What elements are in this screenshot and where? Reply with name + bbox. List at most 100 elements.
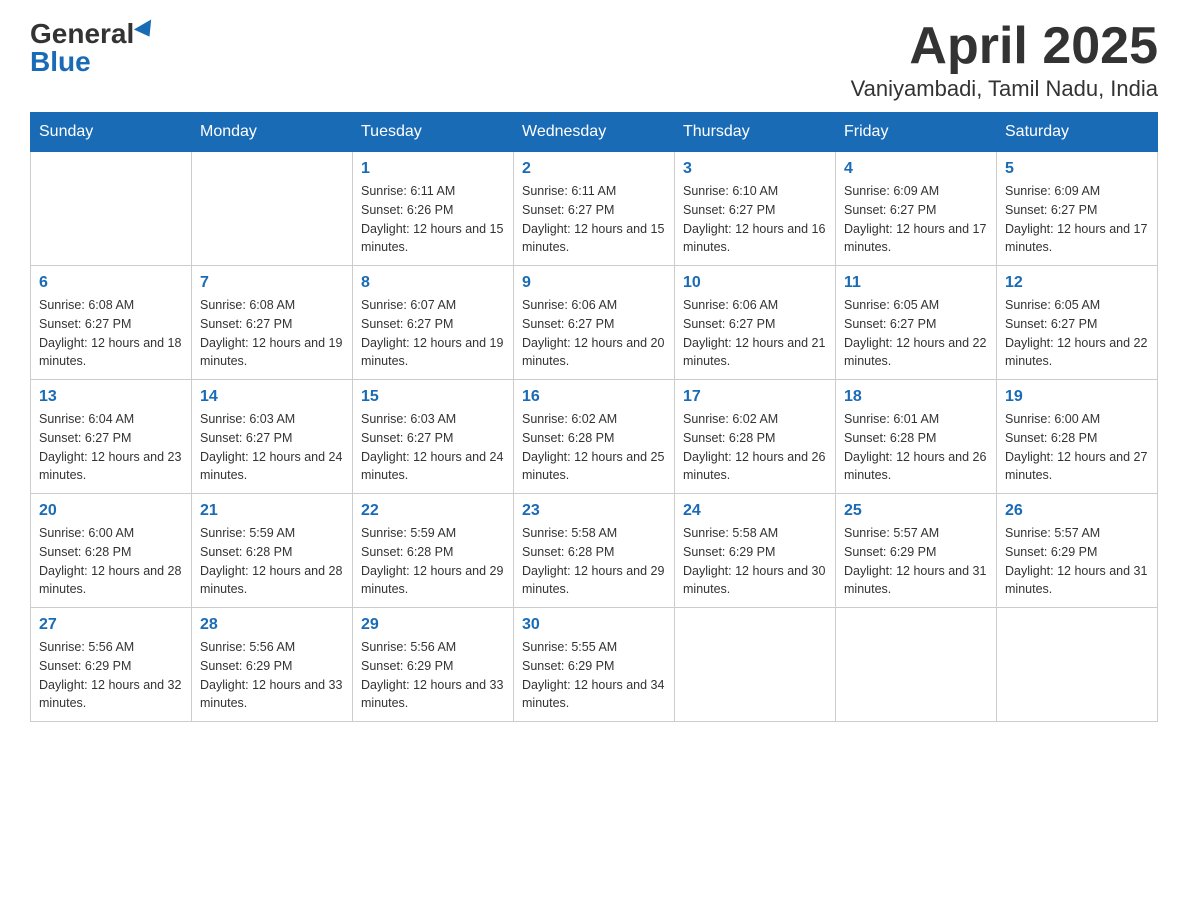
page-header: General Blue April 2025 Vaniyambadi, Tam… bbox=[30, 20, 1158, 102]
day-info: Sunrise: 5:55 AMSunset: 6:29 PMDaylight:… bbox=[522, 638, 666, 713]
day-number: 17 bbox=[683, 388, 827, 406]
weekday-header-thursday: Thursday bbox=[675, 113, 836, 152]
day-info: Sunrise: 6:00 AMSunset: 6:28 PMDaylight:… bbox=[1005, 410, 1149, 485]
day-info: Sunrise: 5:57 AMSunset: 6:29 PMDaylight:… bbox=[1005, 524, 1149, 599]
day-number: 1 bbox=[361, 160, 505, 178]
day-info: Sunrise: 6:06 AMSunset: 6:27 PMDaylight:… bbox=[683, 296, 827, 371]
calendar-cell: 16 Sunrise: 6:02 AMSunset: 6:28 PMDayligh… bbox=[514, 380, 675, 494]
title-section: April 2025 Vaniyambadi, Tamil Nadu, Indi… bbox=[851, 20, 1158, 102]
day-info: Sunrise: 6:09 AMSunset: 6:27 PMDaylight:… bbox=[844, 182, 988, 257]
day-info: Sunrise: 6:08 AMSunset: 6:27 PMDaylight:… bbox=[200, 296, 344, 371]
day-number: 14 bbox=[200, 388, 344, 406]
day-number: 25 bbox=[844, 502, 988, 520]
day-info: Sunrise: 5:59 AMSunset: 6:28 PMDaylight:… bbox=[361, 524, 505, 599]
day-number: 10 bbox=[683, 274, 827, 292]
calendar-week-row: 13Sunrise: 6:04 AMSunset: 6:27 PMDayligh… bbox=[31, 380, 1158, 494]
location-title: Vaniyambadi, Tamil Nadu, India bbox=[851, 76, 1158, 102]
day-info: Sunrise: 6:00 AMSunset: 6:28 PMDaylight:… bbox=[39, 524, 183, 599]
day-info: Sunrise: 6:07 AMSunset: 6:27 PMDaylight:… bbox=[361, 296, 505, 371]
weekday-header-monday: Monday bbox=[192, 113, 353, 152]
day-info: Sunrise: 6:11 AMSunset: 6:27 PMDaylight:… bbox=[522, 182, 666, 257]
day-number: 5 bbox=[1005, 160, 1149, 178]
calendar-cell: 7 Sunrise: 6:08 AMSunset: 6:27 PMDaylight… bbox=[192, 266, 353, 380]
day-number: 30 bbox=[522, 616, 666, 634]
calendar-cell: 1 Sunrise: 6:11 AMSunset: 6:26 PMDaylight… bbox=[353, 152, 514, 266]
day-number: 3 bbox=[683, 160, 827, 178]
day-number: 27 bbox=[39, 616, 183, 634]
day-number: 24 bbox=[683, 502, 827, 520]
calendar-cell: 2 Sunrise: 6:11 AMSunset: 6:27 PMDaylight… bbox=[514, 152, 675, 266]
day-number: 12 bbox=[1005, 274, 1149, 292]
calendar-week-row: 20 Sunrise: 6:00 AMSunset: 6:28 PMDayligh… bbox=[31, 494, 1158, 608]
day-info: Sunrise: 5:57 AMSunset: 6:29 PMDaylight:… bbox=[844, 524, 988, 599]
day-info: Sunrise: 5:58 AMSunset: 6:29 PMDaylight:… bbox=[683, 524, 827, 599]
day-number: 15 bbox=[361, 388, 505, 406]
calendar-cell: 21 Sunrise: 5:59 AMSunset: 6:28 PMDayligh… bbox=[192, 494, 353, 608]
weekday-header-sunday: Sunday bbox=[31, 113, 192, 152]
weekday-header-friday: Friday bbox=[836, 113, 997, 152]
weekday-header-tuesday: Tuesday bbox=[353, 113, 514, 152]
day-number: 28 bbox=[200, 616, 344, 634]
day-number: 29 bbox=[361, 616, 505, 634]
logo: General Blue bbox=[30, 20, 158, 76]
day-info: Sunrise: 6:03 AMSunset: 6:27 PMDaylight:… bbox=[361, 410, 505, 485]
day-number: 23 bbox=[522, 502, 666, 520]
calendar-cell bbox=[836, 608, 997, 722]
day-info: Sunrise: 5:59 AMSunset: 6:28 PMDaylight:… bbox=[200, 524, 344, 599]
calendar-cell: 30 Sunrise: 5:55 AMSunset: 6:29 PMDayligh… bbox=[514, 608, 675, 722]
logo-general-text: General bbox=[30, 20, 134, 48]
calendar-cell: 5Sunrise: 6:09 AMSunset: 6:27 PMDaylight… bbox=[997, 152, 1158, 266]
day-number: 16 bbox=[522, 388, 666, 406]
calendar-table: SundayMondayTuesdayWednesdayThursdayFrid… bbox=[30, 112, 1158, 722]
calendar-cell: 9Sunrise: 6:06 AMSunset: 6:27 PMDaylight… bbox=[514, 266, 675, 380]
calendar-cell: 4 Sunrise: 6:09 AMSunset: 6:27 PMDaylight… bbox=[836, 152, 997, 266]
calendar-cell: 20 Sunrise: 6:00 AMSunset: 6:28 PMDayligh… bbox=[31, 494, 192, 608]
day-info: Sunrise: 6:04 AMSunset: 6:27 PMDaylight:… bbox=[39, 410, 183, 485]
calendar-header-row: SundayMondayTuesdayWednesdayThursdayFrid… bbox=[31, 113, 1158, 152]
calendar-cell: 19 Sunrise: 6:00 AMSunset: 6:28 PMDayligh… bbox=[997, 380, 1158, 494]
calendar-cell: 28Sunrise: 5:56 AMSunset: 6:29 PMDayligh… bbox=[192, 608, 353, 722]
calendar-cell: 29 Sunrise: 5:56 AMSunset: 6:29 PMDayligh… bbox=[353, 608, 514, 722]
day-number: 26 bbox=[1005, 502, 1149, 520]
calendar-cell: 14Sunrise: 6:03 AMSunset: 6:27 PMDayligh… bbox=[192, 380, 353, 494]
day-info: Sunrise: 6:02 AMSunset: 6:28 PMDaylight:… bbox=[522, 410, 666, 485]
calendar-cell: 12 Sunrise: 6:05 AMSunset: 6:27 PMDayligh… bbox=[997, 266, 1158, 380]
day-info: Sunrise: 6:10 AMSunset: 6:27 PMDaylight:… bbox=[683, 182, 827, 257]
calendar-cell: 26 Sunrise: 5:57 AMSunset: 6:29 PMDayligh… bbox=[997, 494, 1158, 608]
calendar-week-row: 6 Sunrise: 6:08 AMSunset: 6:27 PMDaylight… bbox=[31, 266, 1158, 380]
day-number: 21 bbox=[200, 502, 344, 520]
calendar-cell: 3 Sunrise: 6:10 AMSunset: 6:27 PMDaylight… bbox=[675, 152, 836, 266]
calendar-cell bbox=[31, 152, 192, 266]
day-number: 19 bbox=[1005, 388, 1149, 406]
weekday-header-wednesday: Wednesday bbox=[514, 113, 675, 152]
day-info: Sunrise: 6:06 AMSunset: 6:27 PMDaylight:… bbox=[522, 296, 666, 371]
day-info: Sunrise: 6:05 AMSunset: 6:27 PMDaylight:… bbox=[1005, 296, 1149, 371]
day-info: Sunrise: 6:05 AMSunset: 6:27 PMDaylight:… bbox=[844, 296, 988, 371]
day-number: 20 bbox=[39, 502, 183, 520]
day-number: 11 bbox=[844, 274, 988, 292]
day-number: 7 bbox=[200, 274, 344, 292]
calendar-cell: 10 Sunrise: 6:06 AMSunset: 6:27 PMDayligh… bbox=[675, 266, 836, 380]
day-info: Sunrise: 6:11 AMSunset: 6:26 PMDaylight:… bbox=[361, 182, 505, 257]
day-number: 6 bbox=[39, 274, 183, 292]
day-number: 2 bbox=[522, 160, 666, 178]
calendar-cell bbox=[192, 152, 353, 266]
calendar-week-row: 1 Sunrise: 6:11 AMSunset: 6:26 PMDaylight… bbox=[31, 152, 1158, 266]
calendar-cell: 11 Sunrise: 6:05 AMSunset: 6:27 PMDayligh… bbox=[836, 266, 997, 380]
calendar-cell: 22Sunrise: 5:59 AMSunset: 6:28 PMDayligh… bbox=[353, 494, 514, 608]
calendar-cell: 17 Sunrise: 6:02 AMSunset: 6:28 PMDayligh… bbox=[675, 380, 836, 494]
day-number: 18 bbox=[844, 388, 988, 406]
day-info: Sunrise: 5:56 AMSunset: 6:29 PMDaylight:… bbox=[361, 638, 505, 713]
calendar-cell: 25 Sunrise: 5:57 AMSunset: 6:29 PMDayligh… bbox=[836, 494, 997, 608]
day-number: 8 bbox=[361, 274, 505, 292]
calendar-cell: 18 Sunrise: 6:01 AMSunset: 6:28 PMDayligh… bbox=[836, 380, 997, 494]
calendar-cell: 6 Sunrise: 6:08 AMSunset: 6:27 PMDaylight… bbox=[31, 266, 192, 380]
month-title: April 2025 bbox=[851, 20, 1158, 72]
calendar-cell: 8 Sunrise: 6:07 AMSunset: 6:27 PMDaylight… bbox=[353, 266, 514, 380]
day-info: Sunrise: 5:56 AMSunset: 6:29 PMDaylight:… bbox=[39, 638, 183, 713]
day-info: Sunrise: 6:08 AMSunset: 6:27 PMDaylight:… bbox=[39, 296, 183, 371]
day-info: Sunrise: 6:01 AMSunset: 6:28 PMDaylight:… bbox=[844, 410, 988, 485]
day-number: 4 bbox=[844, 160, 988, 178]
day-info: Sunrise: 6:02 AMSunset: 6:28 PMDaylight:… bbox=[683, 410, 827, 485]
calendar-cell: 27 Sunrise: 5:56 AMSunset: 6:29 PMDayligh… bbox=[31, 608, 192, 722]
